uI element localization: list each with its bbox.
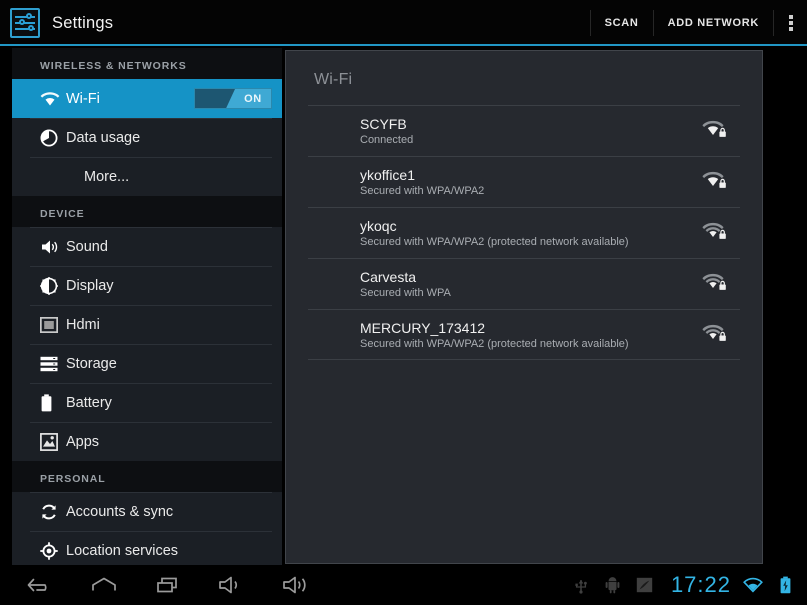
location-crosshair-icon bbox=[40, 541, 66, 560]
sound-speaker-icon bbox=[40, 238, 66, 256]
nav-buttons bbox=[0, 565, 328, 605]
wifi-icon bbox=[40, 91, 66, 107]
battery-charging-icon bbox=[769, 565, 801, 605]
sidebar-item-sound[interactable]: Sound bbox=[12, 227, 282, 266]
action-bar-actions: SCAN ADD NETWORK bbox=[589, 0, 807, 46]
wifi-toggle-switch[interactable]: ON bbox=[194, 88, 272, 109]
sidebar-section-wireless: WIRELESS & NETWORKS bbox=[12, 48, 282, 79]
list-item[interactable]: SCYFB Connected bbox=[308, 105, 740, 156]
sidebar-item-data-usage[interactable]: Data usage bbox=[12, 118, 282, 157]
sidebar-item-label: Data usage bbox=[66, 129, 141, 146]
android-debug-icon bbox=[597, 565, 629, 605]
page-title: Settings bbox=[52, 13, 114, 32]
wifi-status-icon bbox=[737, 565, 769, 605]
hdmi-screen-icon bbox=[40, 316, 66, 333]
sidebar-item-storage[interactable]: Storage bbox=[12, 344, 282, 383]
network-status: Secured with WPA bbox=[360, 287, 451, 299]
toggle-thumb bbox=[195, 89, 235, 108]
wifi-network-list[interactable]: SCYFB Connected ykoffice1 Secured with W… bbox=[286, 105, 762, 360]
action-bar: Settings SCAN ADD NETWORK bbox=[0, 0, 807, 46]
sidebar-item-display[interactable]: Display bbox=[12, 266, 282, 305]
overflow-menu-icon[interactable] bbox=[773, 10, 807, 36]
sidebar-item-location-services[interactable]: Location services bbox=[12, 531, 282, 565]
sidebar-item-label: Storage bbox=[66, 355, 117, 372]
wifi-panel-title: Wi-Fi bbox=[314, 71, 353, 88]
network-status: Secured with WPA/WPA2 bbox=[360, 185, 485, 197]
list-item[interactable]: MERCURY_173412 Secured with WPA/WPA2 (pr… bbox=[308, 309, 740, 360]
sidebar-item-label: More... bbox=[84, 168, 130, 185]
screenshot-icon bbox=[629, 565, 661, 605]
wifi-signal-lock-icon bbox=[702, 221, 728, 246]
network-name: SCYFB bbox=[360, 116, 407, 132]
wifi-panel: Wi-Fi SCYFB Connected ykoffice1 Secured … bbox=[285, 50, 763, 564]
network-status: Secured with WPA/WPA2 (protected network… bbox=[360, 236, 629, 248]
sidebar-item-hdmi[interactable]: Hdmi bbox=[12, 305, 282, 344]
recents-icon[interactable] bbox=[136, 565, 200, 605]
sidebar-section-device: DEVICE bbox=[12, 196, 282, 227]
sidebar-item-label: Display bbox=[66, 277, 114, 294]
list-item[interactable]: Carvesta Secured with WPA bbox=[308, 258, 740, 309]
network-name: Carvesta bbox=[360, 269, 417, 285]
toggle-state-label: ON bbox=[244, 92, 262, 105]
sidebar-item-accounts-sync[interactable]: Accounts & sync bbox=[12, 492, 282, 531]
usb-icon bbox=[565, 565, 597, 605]
sidebar-item-label: Hdmi bbox=[66, 316, 100, 333]
list-item[interactable]: ykoqc Secured with WPA/WPA2 (protected n… bbox=[308, 207, 740, 258]
scan-button[interactable]: SCAN bbox=[589, 10, 653, 36]
network-name: ykoqc bbox=[360, 218, 397, 234]
sync-arrows-icon bbox=[40, 503, 66, 521]
wifi-signal-lock-icon bbox=[702, 170, 728, 195]
back-icon[interactable] bbox=[8, 565, 72, 605]
home-icon[interactable] bbox=[72, 565, 136, 605]
data-usage-icon bbox=[40, 129, 66, 147]
sidebar-item-more[interactable]: More... bbox=[12, 157, 282, 196]
wifi-signal-lock-icon bbox=[702, 119, 728, 144]
volume-down-icon[interactable] bbox=[200, 565, 264, 605]
sidebar-item-label: Wi-Fi bbox=[66, 90, 100, 107]
add-network-button[interactable]: ADD NETWORK bbox=[652, 10, 773, 36]
system-navigation-bar: 17:22 bbox=[0, 565, 807, 605]
content-area: WIRELESS & NETWORKS Wi-Fi ON Data usage … bbox=[0, 48, 807, 565]
network-status: Secured with WPA/WPA2 (protected network… bbox=[360, 337, 629, 350]
sidebar-item-label: Accounts & sync bbox=[66, 503, 174, 520]
storage-stack-icon bbox=[40, 356, 66, 372]
battery-icon bbox=[40, 393, 66, 412]
list-item[interactable]: ykoffice1 Secured with WPA/WPA2 bbox=[308, 156, 740, 207]
status-icons: 17:22 bbox=[565, 565, 807, 605]
sidebar-item-label: Apps bbox=[66, 433, 100, 450]
sidebar-item-wifi[interactable]: Wi-Fi ON bbox=[12, 79, 282, 118]
wifi-signal-lock-icon bbox=[702, 272, 728, 297]
sidebar-item-label: Battery bbox=[66, 394, 112, 411]
network-name: MERCURY_173412 bbox=[360, 319, 486, 336]
status-clock: 17:22 bbox=[670, 572, 731, 597]
sidebar-item-battery[interactable]: Battery bbox=[12, 383, 282, 422]
apps-image-icon bbox=[40, 432, 66, 451]
action-bar-accent-line bbox=[0, 44, 807, 46]
network-name: ykoffice1 bbox=[360, 167, 415, 183]
sidebar-item-label: Location services bbox=[66, 542, 179, 559]
wifi-signal-lock-icon bbox=[702, 322, 728, 347]
sidebar-item-apps[interactable]: Apps bbox=[12, 422, 282, 461]
network-status: Connected bbox=[360, 134, 414, 146]
sidebar-item-label: Sound bbox=[66, 238, 108, 255]
sidebar-section-personal: PERSONAL bbox=[12, 461, 282, 492]
settings-sliders-icon bbox=[10, 8, 40, 38]
volume-up-icon[interactable] bbox=[264, 565, 328, 605]
display-brightness-icon bbox=[40, 276, 66, 295]
settings-sidebar[interactable]: WIRELESS & NETWORKS Wi-Fi ON Data usage … bbox=[12, 48, 282, 565]
